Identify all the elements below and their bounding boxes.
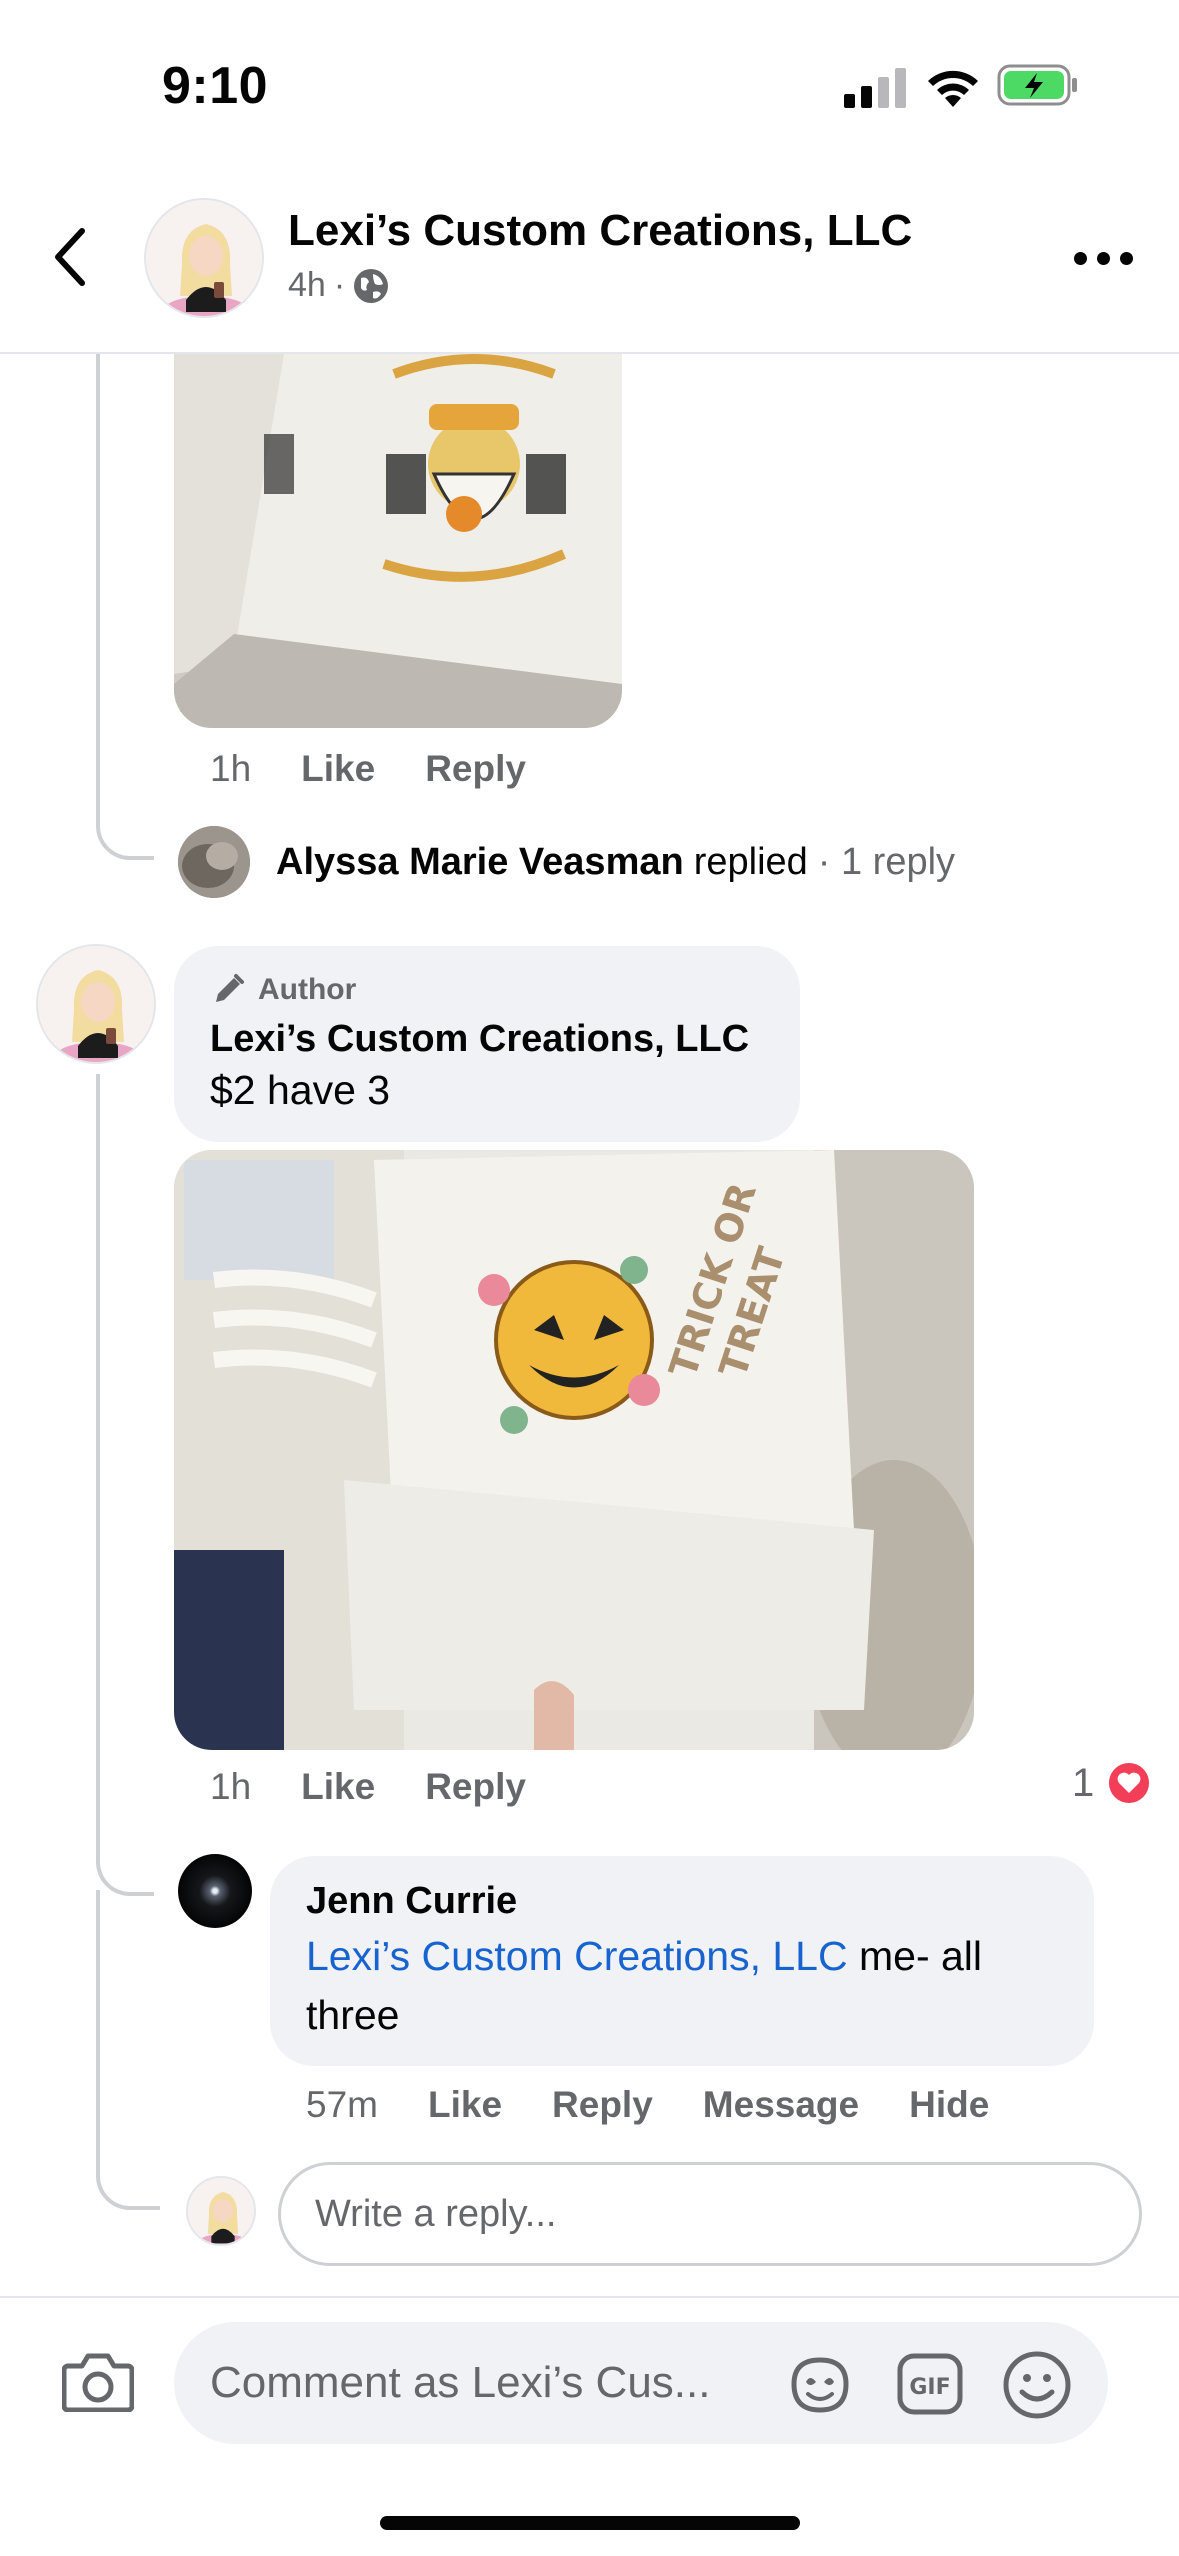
battery-charging-icon [997,64,1077,106]
reply-count: · 1 reply [817,840,956,883]
avatar-illustration [146,200,262,316]
page-title[interactable]: Lexi’s Custom Creations, LLC [288,206,912,256]
reply-author-name[interactable]: Jenn Currie [306,1880,1058,1923]
first-comment-actions: 1h Like Reply [210,748,576,790]
heart-icon [1106,1760,1153,1806]
thread-line [96,1074,100,1834]
chevron-left-icon [55,228,85,286]
replier-name: Alyssa Marie Veasman [276,840,684,883]
avatar-illustration [38,946,154,1062]
author-comment-actions: 1h Like Reply [210,1766,576,1808]
reply-time: 57m [306,2084,378,2125]
tote-bag-image: TRICK OR TREAT [174,1150,974,1750]
emoji-icon[interactable] [1002,2350,1072,2420]
meta-separator: · [333,266,346,304]
mention-link[interactable]: Lexi’s Custom Creations, LLC [306,1933,848,1979]
reply-button[interactable]: Reply [425,748,526,790]
more-options-button[interactable] [1074,246,1138,270]
pencil-icon [216,974,244,1002]
jenn-avatar[interactable] [178,1854,252,1928]
message-button[interactable]: Message [703,2084,859,2126]
svg-text:GIF: GIF [909,2375,950,2400]
camera-icon[interactable] [62,2350,134,2412]
comment-placeholder: Comment as Lexi’s Cus... [210,2358,711,2407]
author-comment-bubble[interactable]: Author Lexi’s Custom Creations, LLC $2 h… [174,946,800,1142]
reaction-count: 1 [1072,1760,1095,1805]
post-time: 4h [288,266,326,304]
post-meta: 4h · [288,266,389,305]
reaction-summary[interactable]: 1 [1072,1760,1153,1806]
more-dot [1120,251,1133,265]
write-reply-input[interactable]: Write a reply... [278,2162,1142,2266]
post-header: Lexi’s Custom Creations, LLC 4h · [0,160,1179,354]
thread-line [96,354,100,824]
comment-photo-tote-no-diggity[interactable] [174,354,622,728]
reply-button[interactable]: Reply [552,2084,653,2126]
thread-connector [96,1820,154,1896]
globe-icon [354,268,389,303]
status-time: 9:10 [162,57,269,115]
like-button[interactable]: Like [428,2084,502,2126]
author-badge: Author [210,972,764,1008]
avatar-illustration [188,2178,254,2244]
like-button[interactable]: Like [301,748,375,790]
replier-avatar [178,826,250,898]
status-bar: 9:10 [0,0,1179,160]
replied-text: replied [693,840,808,883]
thread-connector [96,2130,160,2210]
more-dot [1097,251,1110,265]
avatar-photo [178,826,250,898]
reply-text: Lexi’s Custom Creations, LLC me- all thr… [306,1927,1058,2046]
more-dot [1074,251,1087,265]
thread-connector [96,780,154,860]
jenn-reply-bubble[interactable]: Jenn Currie Lexi’s Custom Creations, LLC… [270,1856,1094,2066]
comment-time: 1h [210,1766,252,1807]
page-avatar[interactable] [144,198,264,318]
current-user-avatar [186,2176,256,2246]
author-avatar[interactable] [36,944,156,1064]
like-button[interactable]: Like [301,1766,375,1808]
jenn-reply-actions: 57m Like Reply Message Hide [306,2084,1039,2126]
view-replies-link[interactable]: Alyssa Marie Veasman replied · 1 reply [178,826,955,898]
author-badge-label: Author [258,973,357,1006]
comment-photo-tote-trick-or-treat[interactable]: TRICK OR TREAT [174,1150,974,1750]
thread-line [96,1890,100,2140]
comment-input[interactable]: Comment as Lexi’s Cus... GIF [174,2322,1108,2444]
hide-button[interactable]: Hide [909,2084,989,2126]
comment-time: 1h [210,748,252,789]
back-button[interactable] [40,224,100,290]
tote-bag-image [174,354,622,728]
comment-text: $2 have 3 [210,1067,391,1113]
write-reply-placeholder: Write a reply... [315,2192,557,2235]
home-indicator[interactable] [380,2516,800,2530]
gif-icon[interactable]: GIF [896,2352,964,2416]
wifi-icon [928,70,978,107]
cellular-signal-icon [844,68,906,108]
sticker-icon[interactable] [786,2354,854,2416]
reply-button[interactable]: Reply [425,1766,526,1808]
comment-author-name[interactable]: Lexi’s Custom Creations, LLC [210,1018,764,1061]
